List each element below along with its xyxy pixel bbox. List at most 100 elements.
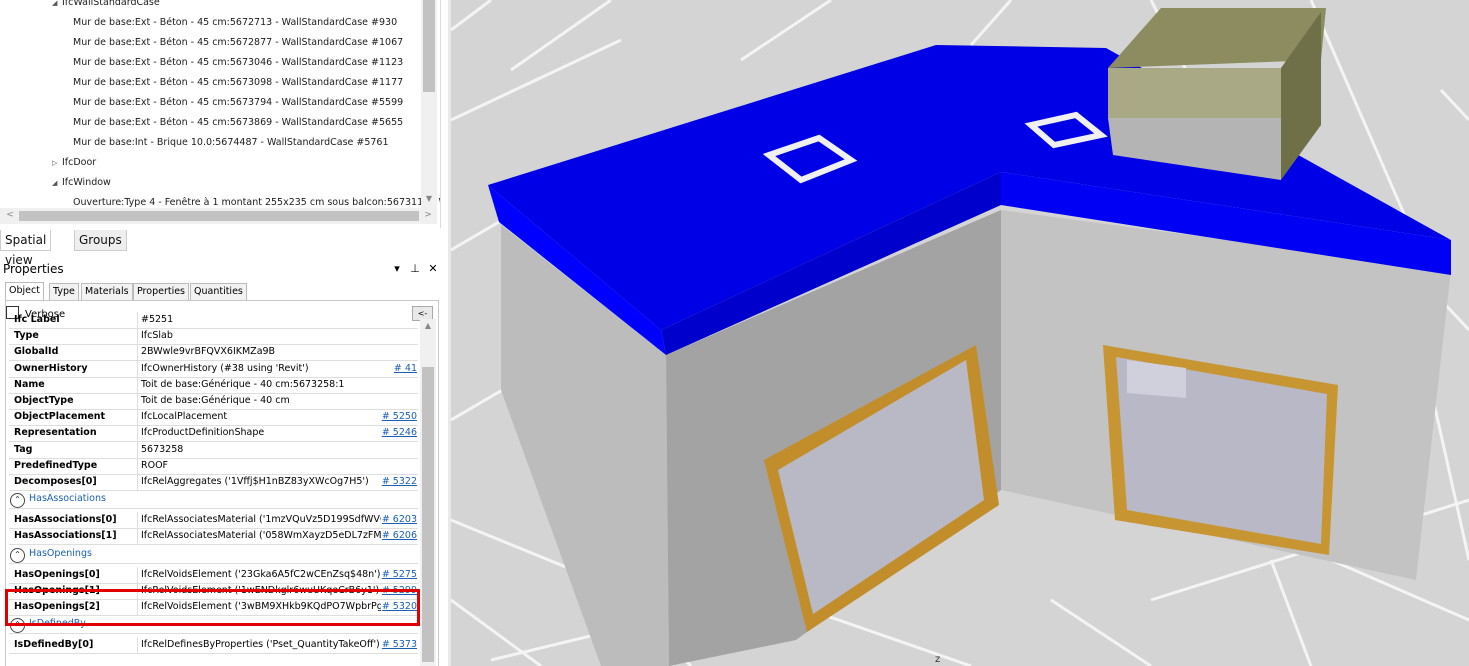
pin-icon[interactable]: ⊥ [406, 262, 424, 275]
entity-link[interactable]: # 5322 [382, 474, 417, 490]
property-name: HasAssociations[0] [14, 514, 117, 526]
property-value: Toit de base:Générique - 40 cm:5673258:1 [141, 378, 345, 390]
property-name: Decomposes[0] [14, 476, 97, 487]
tree-node[interactable]: ◢ IfcWindow [52, 173, 111, 193]
property-value: 5673258 [141, 443, 184, 455]
property-row[interactable]: ObjectPlacement IfcLocalPlacement # 5250 [9, 409, 418, 427]
properties-scroll-thumb[interactable] [422, 367, 434, 662]
highlight-annotation-box [5, 589, 420, 626]
tree-leaf[interactable]: Mur de base:Ext - Béton - 45 cm:5672877 … [73, 33, 403, 53]
collapse-chevron-icon[interactable]: ⌃ [10, 493, 25, 509]
tree-hscroll-thumb[interactable] [19, 211, 419, 221]
property-row[interactable]: ObjectType Toit de base:Générique - 40 cm [9, 393, 418, 410]
property-row[interactable]: HasAssociations[0] IfcRelAssociatesMateri… [9, 512, 418, 530]
property-row[interactable]: IsDefinedBy[0] IfcRelDefinesByProperties … [9, 637, 418, 655]
collapsed-triangle-icon[interactable]: ▷ [52, 153, 62, 173]
entity-link[interactable]: # 5275 [382, 567, 417, 583]
3d-viewport[interactable]: z [451, 0, 1469, 666]
property-name: GlobalId [14, 346, 59, 358]
property-name: ObjectPlacement [14, 411, 106, 423]
tree-vertical-scrollbar[interactable]: ▼ [421, 0, 437, 208]
entity-link[interactable]: # 6203 [382, 512, 417, 528]
property-value: IfcRelAssociatesMaterial ('058WmXayzD5eD… [141, 530, 381, 542]
property-row[interactable]: Tag 5673258 [9, 441, 418, 459]
column-divider [137, 360, 138, 377]
tab-object[interactable]: Object [5, 282, 44, 302]
expanded-triangle-icon[interactable]: ◢ [52, 0, 62, 13]
tree-node[interactable]: ◢ IfcWallStandardCase [52, 0, 160, 13]
tree-vscroll-thumb[interactable] [423, 0, 435, 92]
tree-item-label: Mur de base:Ext - Béton - 45 cm:5673098 … [73, 77, 404, 88]
property-row[interactable]: HasOpenings[0] IfcRelVoidsElement ('23Gka… [9, 566, 418, 584]
property-section-header[interactable]: ⌃ HasOpenings [9, 545, 418, 564]
property-row[interactable]: Representation IfcProductDefinitionShape #… [9, 425, 418, 443]
column-divider [137, 409, 138, 426]
tab-spatial-view[interactable]: Spatial view [0, 230, 52, 267]
entity-link[interactable]: # 41 [394, 361, 417, 377]
property-name: HasAssociations[1] [14, 530, 117, 542]
close-icon[interactable]: ✕ [424, 262, 442, 275]
tab-materials[interactable]: Materials [81, 283, 133, 301]
tree-node[interactable]: ▷ IfcDoor [52, 153, 96, 173]
property-name: Type [14, 330, 39, 342]
property-name: Ifc Label [14, 314, 60, 325]
tab-quantities[interactable]: Quantities [190, 283, 247, 301]
tree-horizontal-scrollbar[interactable]: < > [0, 208, 437, 224]
property-row[interactable]: Ifc Label #5251 [9, 312, 418, 329]
spatial-tree[interactable]: ◢ IfcWallStandardCase Mur de base:Ext - Bé… [0, 0, 441, 228]
entity-link[interactable]: # 6206 [382, 528, 417, 544]
properties-scrollbar[interactable]: ▲ [420, 319, 436, 666]
property-section-header[interactable]: ⌃ HasAssociations [9, 490, 418, 510]
scroll-left-icon[interactable]: < [2, 210, 18, 220]
property-value: IfcProductDefinitionShape [141, 427, 265, 439]
tab-type[interactable]: Type [49, 283, 79, 301]
scroll-right-icon[interactable]: > [420, 210, 436, 220]
tree-item-label: Ouverture:Type 4 - Fenêtre à 1 montant 2… [73, 197, 441, 208]
tab-properties[interactable]: Properties [133, 283, 190, 301]
dropdown-icon[interactable]: ▾ [388, 262, 406, 275]
property-row[interactable]: Decomposes[0] IfcRelAggregates ('1Vffj$H1… [9, 474, 418, 491]
3d-model-scene [451, 0, 1469, 666]
entity-link[interactable]: # 5250 [382, 409, 417, 425]
tree-leaf[interactable]: Mur de base:Ext - Béton - 45 cm:5672713 … [73, 13, 397, 33]
property-value: Toit de base:Générique - 40 cm [141, 395, 290, 406]
property-name: OwnerHistory [14, 362, 88, 374]
property-row[interactable]: HasAssociations[1] IfcRelAssociatesMateri… [9, 528, 418, 546]
property-value: IfcOwnerHistory (#38 using 'Revit') [141, 362, 309, 374]
column-divider [137, 312, 138, 328]
property-name: Tag [14, 443, 33, 455]
tree-leaf[interactable]: Mur de base:Int - Brique 10.0:5674487 - … [73, 133, 389, 153]
property-name: Representation [14, 427, 97, 439]
property-value: 2BWwle9vrBFQVX6IKMZa9B [141, 346, 276, 358]
tree-item-label: Mur de base:Ext - Béton - 45 cm:5672713 … [73, 17, 398, 28]
column-divider [137, 512, 138, 529]
property-row[interactable]: GlobalId 2BWwle9vrBFQVX6IKMZa9B [9, 344, 418, 362]
column-divider [137, 425, 138, 442]
property-row[interactable]: Name Toit de base:Générique - 40 cm:56732… [9, 376, 418, 394]
property-row[interactable]: OwnerHistory IfcOwnerHistory (#38 using '… [9, 360, 418, 378]
property-row[interactable]: Type IfcSlab [9, 328, 418, 346]
tab-groups[interactable]: Groups [74, 230, 127, 251]
section-label: HasAssociations [29, 493, 106, 505]
scroll-up-icon[interactable]: ▲ [420, 321, 436, 330]
properties-title: Properties [3, 262, 64, 276]
column-divider [137, 328, 138, 345]
scroll-down-icon[interactable]: ▼ [421, 194, 437, 203]
expanded-triangle-icon[interactable]: ◢ [52, 173, 62, 193]
tree-leaf[interactable]: Mur de base:Ext - Béton - 45 cm:5673869 … [73, 113, 403, 133]
property-value: IfcRelDefinesByProperties ('Pset_Quantit… [141, 639, 380, 651]
column-divider [137, 441, 138, 458]
tree-leaf[interactable]: Mur de base:Ext - Béton - 45 cm:5673046 … [73, 53, 403, 73]
entity-link[interactable]: # 5246 [382, 425, 417, 441]
tree-leaf[interactable]: Mur de base:Ext - Béton - 45 cm:5673098 … [73, 73, 403, 93]
column-divider [137, 376, 138, 393]
tree-leaf[interactable]: Mur de base:Ext - Béton - 45 cm:5673794 … [73, 93, 403, 113]
column-divider [137, 393, 138, 409]
column-divider [137, 457, 138, 474]
column-divider [137, 566, 138, 583]
tree-item-label: IfcDoor [62, 157, 97, 168]
entity-link[interactable]: # 5373 [382, 637, 417, 653]
properties-window-controls: ▾ ⊥ ✕ [388, 262, 442, 275]
collapse-chevron-icon[interactable]: ⌃ [10, 547, 25, 563]
property-row[interactable]: PredefinedType ROOF [9, 457, 418, 475]
